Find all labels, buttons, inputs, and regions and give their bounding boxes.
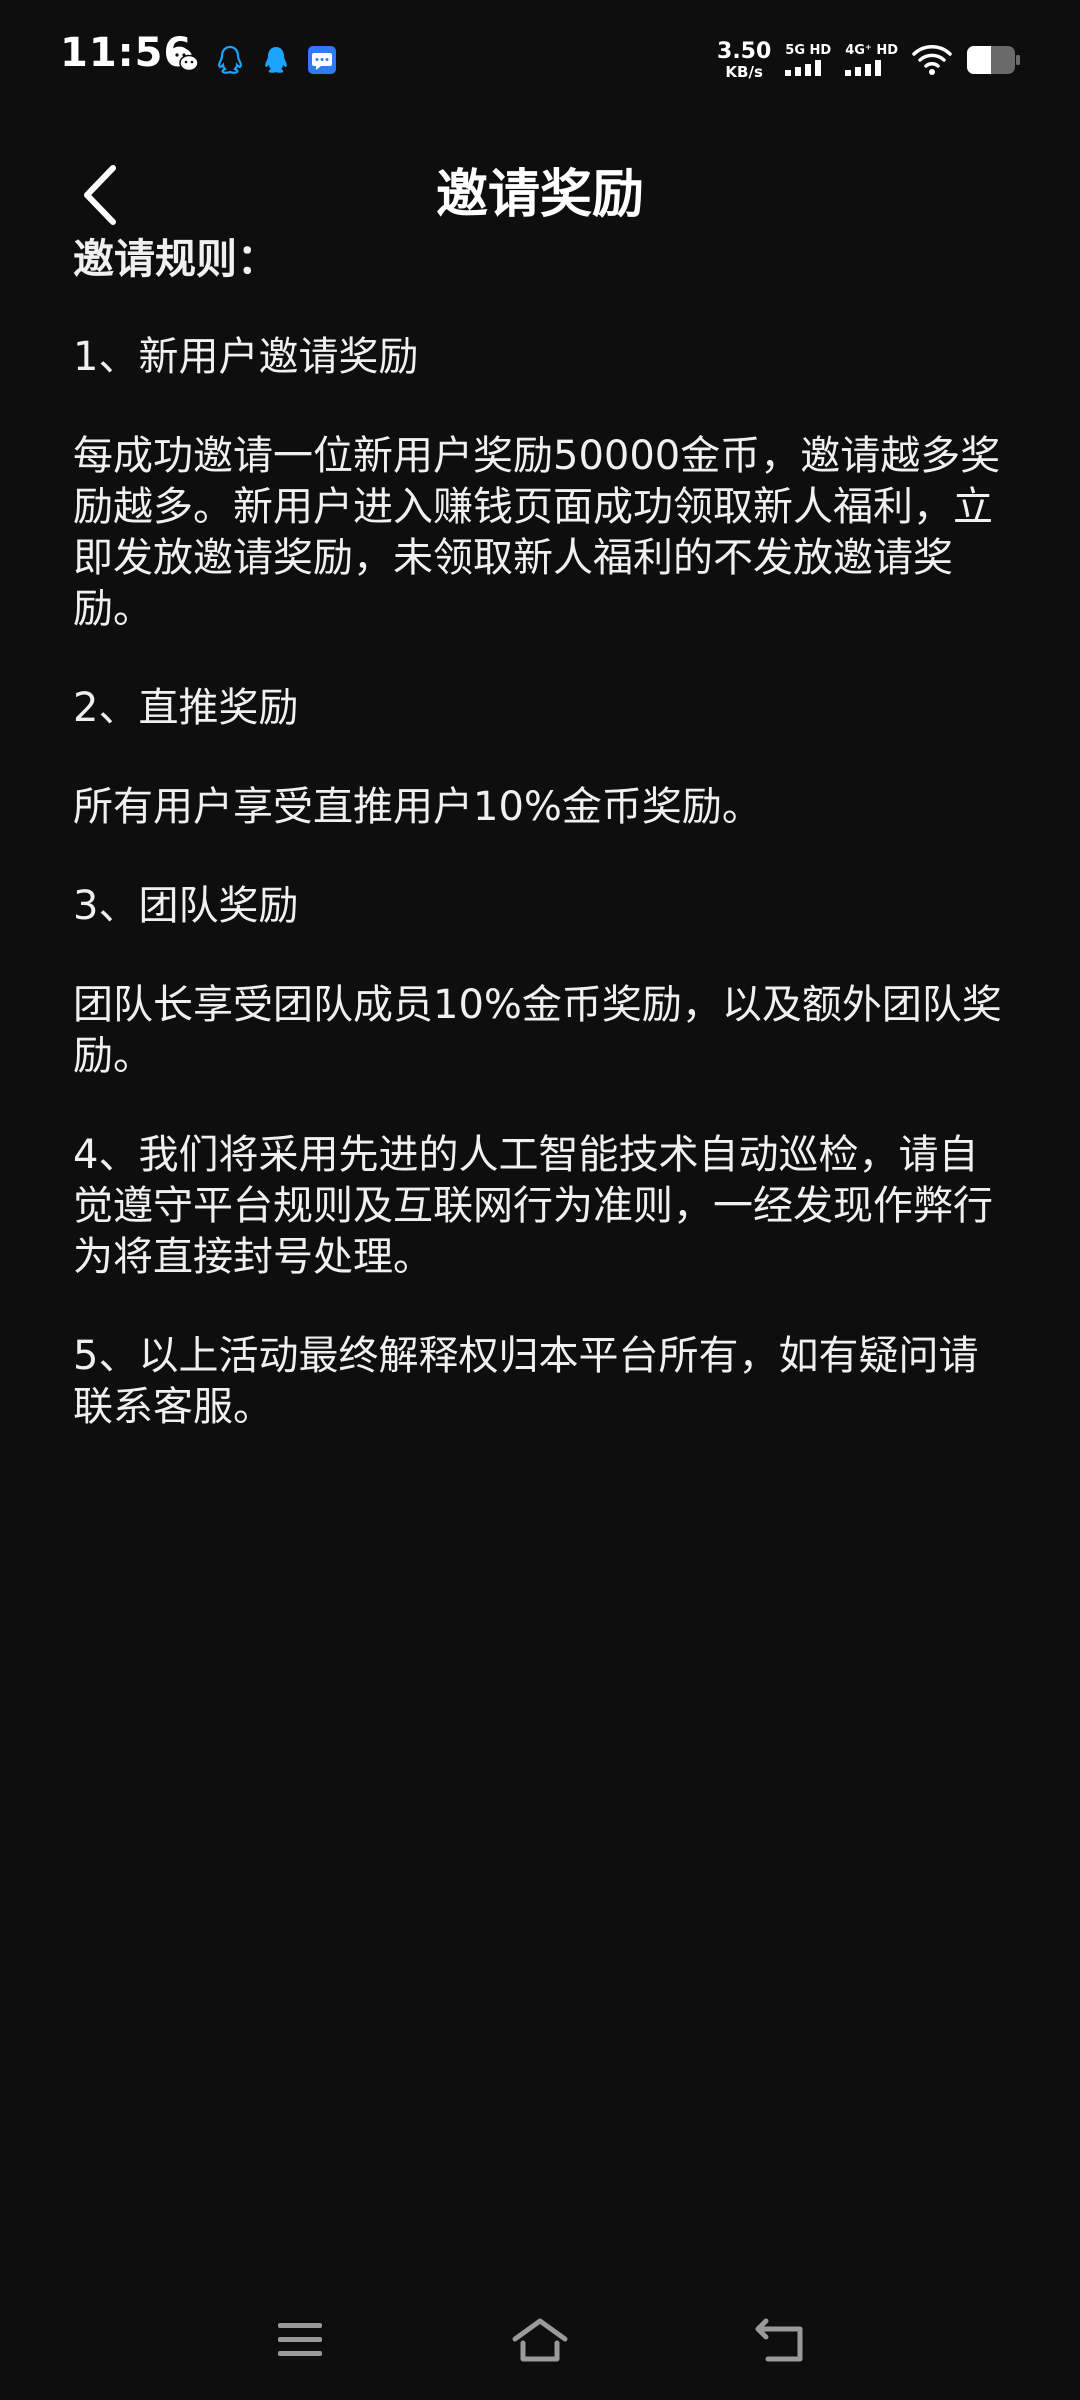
rule-text-team: 团队长享受团队成员10%金币奖励，以及额外团队奖励。 [73, 982, 1002, 1079]
notification-icons [168, 40, 338, 80]
back-icon [755, 2318, 803, 2362]
network-speed-unit: KB/s [725, 62, 763, 81]
recent-apps-button[interactable] [240, 2300, 360, 2380]
sim1-signal: 5G HD [785, 44, 831, 76]
wifi-icon [912, 45, 952, 75]
network-speed-value: 3.50 [717, 38, 772, 64]
home-button[interactable] [480, 2300, 600, 2380]
signal-bars-icon [845, 60, 882, 76]
navigation-bar [0, 2280, 1080, 2400]
rule-text-direct: 所有用户享受直推用户10%金币奖励。 [73, 784, 762, 830]
qq-outline-icon [218, 45, 242, 74]
home-icon [512, 2318, 568, 2362]
rule-title-team: 3、团队奖励 [73, 883, 299, 929]
qq-icon [265, 47, 287, 73]
network-speed: 3.50 KB/s [717, 38, 772, 81]
system-back-button[interactable] [720, 2300, 840, 2380]
system-status: 3.50 KB/s 5G HD 4G⁺ HD [717, 36, 1020, 84]
wechat-icon [170, 48, 199, 72]
sim1-label: 5G HD [785, 43, 832, 58]
rule-title-direct: 2、直推奖励 [73, 685, 299, 731]
message-icon [308, 46, 336, 74]
sim2-signal: 4G⁺ HD [845, 44, 898, 76]
status-bar: 11:56 3.50 KB/s 5G HD 4G⁺ HD [0, 0, 1080, 120]
battery-icon [966, 45, 1020, 75]
invite-rules-content: 邀请规则： 1、新用户邀请奖励 每成功邀请一位新用户奖励50000金币，邀请越多… [73, 222, 1013, 1481]
rule-text-new-user: 每成功邀请一位新用户奖励50000金币，邀请越多奖励越多。新用户进入赚钱页面成功… [73, 433, 1001, 632]
rule-text-disclaimer: 5、以上活动最终解释权归本平台所有，如有疑问请联系客服。 [73, 1333, 979, 1430]
rule-text-anti-cheat: 4、我们将采用先进的人工智能技术自动巡检，请自觉遵守平台规则及互联网行为准则，一… [73, 1132, 993, 1280]
rules-heading: 邀请规则： [73, 235, 278, 283]
sim2-label: 4G⁺ HD [845, 43, 898, 58]
rule-title-new-user: 1、新用户邀请奖励 [73, 334, 419, 380]
menu-icon [278, 2323, 322, 2356]
signal-bars-icon [785, 60, 822, 76]
